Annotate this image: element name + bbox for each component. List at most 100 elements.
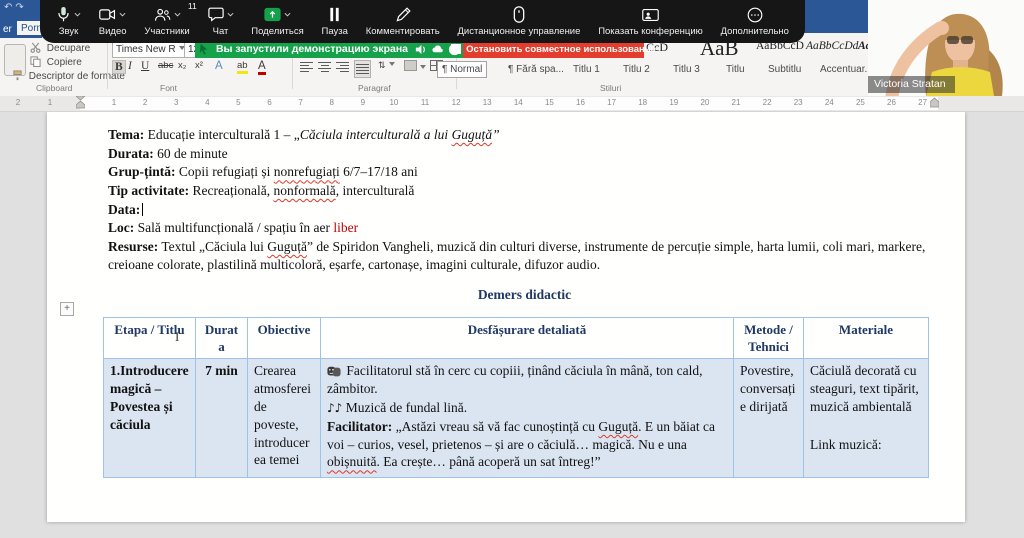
col-header-durata[interactable]: Durata (195, 316, 248, 360)
horizontal-ruler[interactable]: 2 1 1 2 3 4 5 6 7 8 9 10 11 12 13 14 15 16 17 18 19 20 21 22 2… (0, 96, 1024, 112)
col-header-metode[interactable]: Metode / Tehnici (733, 316, 804, 360)
word-titlebar-fragment-right (800, 0, 870, 33)
participants-icon (154, 8, 170, 21)
cell-durata[interactable]: 7 min (195, 358, 248, 479)
line-spacing-button[interactable]: ⇅ (378, 60, 395, 71)
line-grup: Grup-țintă: Copii refugiați și nonrefugi… (108, 164, 418, 180)
col-header-etapa[interactable]: Etapa / Titlu (103, 316, 196, 360)
text-caret (142, 202, 144, 216)
ruler-number: 1 (47, 98, 53, 107)
indent-marker-right[interactable] (930, 97, 939, 108)
ruler-number: 4 (205, 98, 210, 107)
text-cursor: I (175, 329, 180, 344)
cell-obiective[interactable]: Crearea atmosferei de poveste, introduce… (247, 358, 321, 479)
remote-control-button[interactable]: Дистанционное управление (457, 0, 580, 43)
annotate-button[interactable]: Комментировать (366, 0, 440, 43)
group-divider (107, 41, 108, 89)
style-heading2[interactable]: Titlu 2 (623, 64, 650, 75)
italic-button[interactable]: I (128, 60, 132, 72)
superscript-button[interactable]: x² (195, 60, 203, 71)
ruler-number: 20 (700, 98, 710, 107)
pause-button[interactable]: Пауза (322, 0, 348, 43)
justify-icon (356, 62, 369, 75)
word-tabrow-fragment (800, 33, 870, 38)
col-header-desfasurare[interactable]: Desfășurare detaliată (320, 316, 734, 360)
style-heading1[interactable]: Titlu 1 (573, 64, 600, 75)
style-emphasis1[interactable]: Accentuar... (820, 64, 873, 75)
text-effects-button[interactable]: A (215, 60, 223, 72)
indent-marker-left[interactable] (76, 96, 85, 109)
align-right-icon (336, 60, 349, 73)
subscript-button[interactable]: x₂ (178, 60, 186, 71)
shading-button[interactable] (404, 60, 426, 74)
cell-metode[interactable]: Povestire, conversație dirijată (733, 358, 804, 479)
video-button[interactable]: Видео (99, 0, 127, 43)
style-subtitle[interactable]: Subtitlu (768, 64, 801, 75)
align-left-icon (300, 60, 313, 73)
style-title[interactable]: Titlu (726, 64, 745, 75)
bold-button[interactable]: B (112, 60, 126, 74)
more-button[interactable]: Дополнительно (721, 0, 789, 43)
format-painter-icon (13, 70, 22, 81)
font-family-select[interactable]: Times New R (112, 41, 186, 58)
style-heading3[interactable]: Titlu 3 (673, 64, 700, 75)
cell-desfasurare[interactable]: Facilitatorul stă în cerc cu copiii, țin… (320, 358, 734, 479)
style-no-spacing[interactable]: ¶ Fără spa... (508, 64, 564, 75)
cell-materiale[interactable]: Căciulă decorată cu steaguri, text tipăr… (803, 358, 929, 479)
ruler-number: 27 (918, 98, 928, 107)
chat-button[interactable]: Чат (207, 0, 234, 43)
screen: ↶↷ er Porn Decupare Copiere Descriptor d… (0, 0, 1024, 538)
col-header-materiale[interactable]: Materiale (803, 316, 929, 360)
participants-button[interactable]: 11 Участники (144, 0, 196, 43)
scissors-icon (30, 42, 41, 53)
align-left-button[interactable] (300, 60, 313, 74)
line-tip: Tip activitate: Recreațională, nonformal… (108, 182, 415, 198)
align-center-button[interactable] (318, 60, 331, 74)
chevron-down-icon (227, 12, 233, 17)
quick-access-undo-redo-icons[interactable]: ↶↷ (4, 2, 27, 13)
justify-button[interactable] (354, 60, 371, 78)
annotate-pencil-icon (396, 6, 411, 21)
document-page[interactable]: Tema: Educație interculturală 1 – „Căciu… (47, 112, 965, 522)
style-normal[interactable]: ¶ Normal (437, 61, 488, 78)
align-right-button[interactable] (336, 60, 349, 74)
document-text: Tema: Educație interculturală 1 – „Căciu… (108, 126, 941, 305)
chevron-down-icon (284, 12, 291, 17)
font-group-label: Font (160, 83, 178, 93)
chat-icon (207, 7, 224, 22)
highlight-button[interactable]: ab (237, 60, 248, 74)
cell-etapa[interactable]: 1.Introducere magică – Povestea și căciu… (103, 358, 196, 479)
show-conference-icon (642, 8, 659, 21)
cut-button[interactable]: Decupare (30, 42, 90, 54)
line-tema: Tema: Educație interculturală 1 – „Căciu… (108, 127, 500, 142)
webcam-overlay[interactable]: Victoria Stratan (868, 0, 1024, 103)
font-color-button[interactable]: A (258, 60, 266, 75)
chevron-down-icon (388, 62, 395, 66)
tab-file-fragment[interactable]: er (3, 24, 12, 35)
shading-icon (404, 60, 417, 71)
speaker-icon[interactable] (414, 43, 427, 56)
paragraph-group-label: Paragraf (358, 83, 391, 93)
ruler-number: 26 (887, 98, 896, 107)
copy-icon (30, 56, 41, 67)
document-area: Tema: Educație interculturală 1 – „Căciu… (0, 112, 1024, 538)
cloud-icon[interactable] (431, 43, 444, 56)
col-header-obiective[interactable]: Obiective (247, 316, 321, 360)
participant-name-label: Victoria Stratan (868, 76, 955, 93)
strikethrough-button[interactable]: abc (158, 60, 173, 71)
underline-button[interactable]: U (141, 60, 149, 72)
table-header-row: Etapa / Titlu Durata Obiective Desfășura… (103, 316, 929, 360)
line-durata: Durata: 60 de minute (108, 145, 228, 161)
ruler-number: 25 (855, 98, 865, 107)
share-screen-button[interactable]: Поделиться (251, 0, 304, 43)
pointer-icon (199, 43, 208, 55)
chevron-down-icon (420, 65, 426, 69)
chevron-down-icon (74, 12, 81, 17)
ruler-number: 2 (142, 98, 148, 107)
ruler-number: 3 (173, 98, 179, 107)
table-move-handle[interactable]: + (60, 302, 74, 316)
ruler-number: 19 (669, 98, 679, 107)
show-conference-button[interactable]: Показать конференцию (598, 0, 703, 43)
copy-button[interactable]: Copiere (30, 56, 82, 68)
audio-button[interactable]: Звук (56, 0, 81, 43)
